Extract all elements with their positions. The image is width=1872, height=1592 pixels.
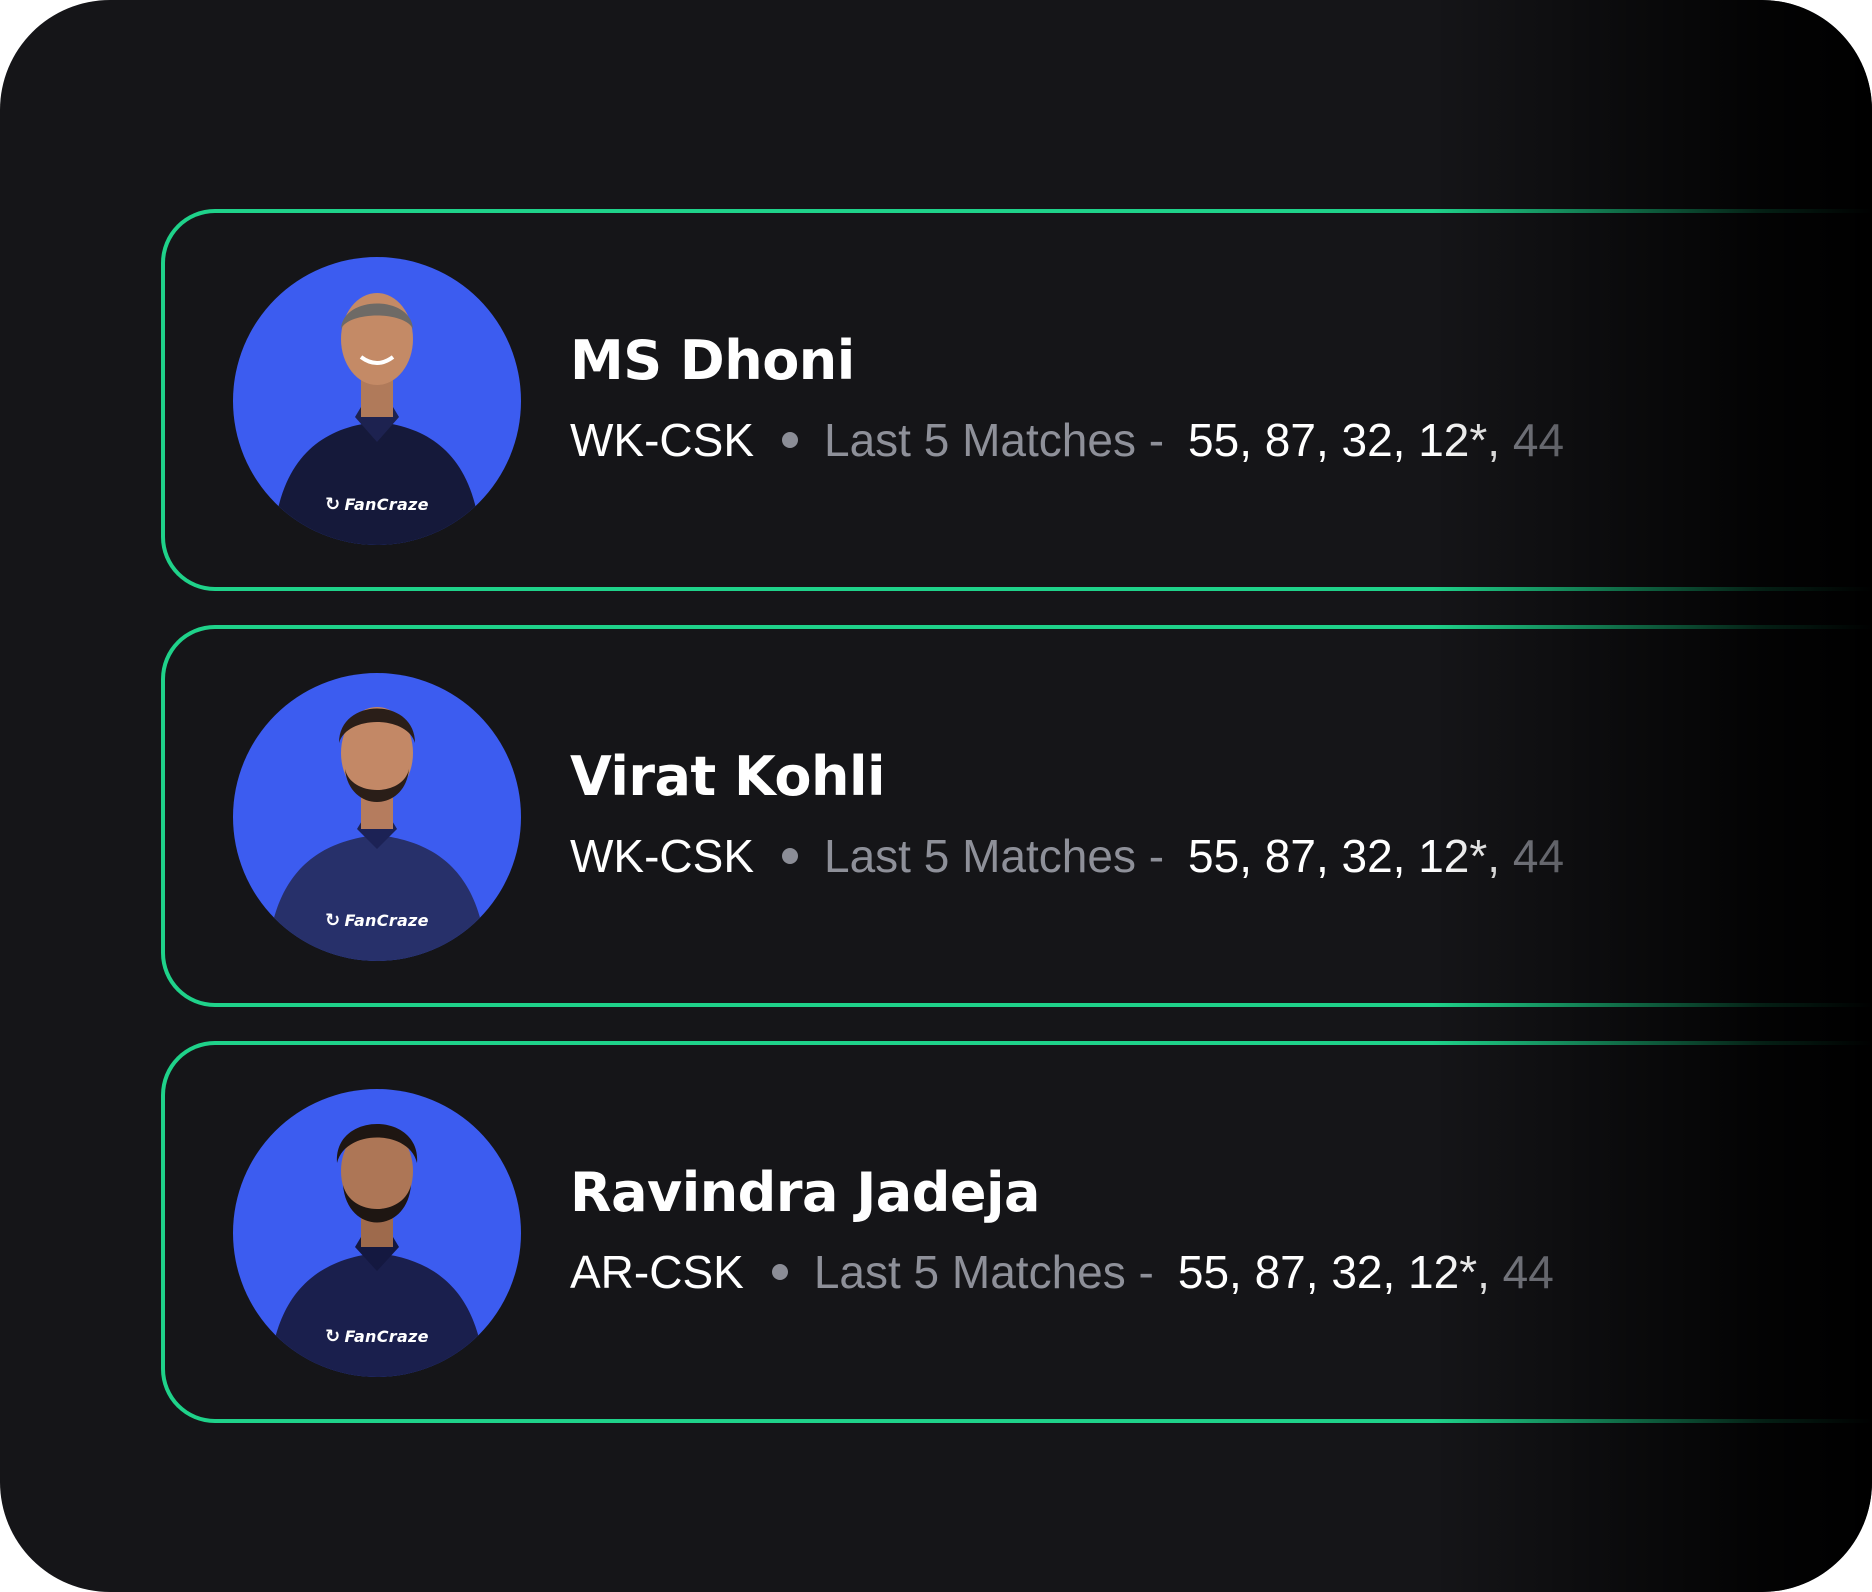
player-name: Ravindra Jadeja (570, 1161, 1040, 1224)
player-list-panel: ↻ FanCraze MS Dhoni WK-CSK Last 5 Matches … (0, 0, 1872, 1592)
player-info: Virat Kohli WK-CSK Last 5 Matches - 55, 87… (570, 745, 1564, 883)
last-score: 44 (1512, 414, 1565, 466)
player-stats-line: WK-CSK Last 5 Matches - 55, 87, 32, 12*, 4… (570, 413, 1564, 467)
recent-scores: 55, 87, 32, 12*, (1177, 1246, 1490, 1298)
fancraze-logo: ↻ FanCraze (325, 1326, 429, 1347)
fancraze-logo: ↻ FanCraze (325, 910, 429, 931)
player-role: WK-CSK (570, 830, 754, 882)
player-name: Virat Kohli (570, 745, 886, 808)
separator-dot (771, 1263, 788, 1280)
separator-dot (782, 431, 798, 448)
player-card-jadeja[interactable]: ↻ FanCraze Ravindra Jadeja AR-CSK Last 5 M… (161, 1041, 1872, 1423)
player-avatar: ↻ FanCraze (233, 1089, 521, 1377)
player-role: WK-CSK (570, 414, 754, 466)
player-card-list: ↻ FanCraze MS Dhoni WK-CSK Last 5 Matches … (161, 209, 1872, 1457)
player-role: AR-CSK (570, 1246, 744, 1298)
recent-scores: 55, 87, 32, 12*, (1188, 830, 1501, 882)
player-card-dhoni[interactable]: ↻ FanCraze MS Dhoni WK-CSK Last 5 Matches … (161, 209, 1872, 591)
player-info: Ravindra Jadeja AR-CSK Last 5 Matches - 55… (570, 1161, 1554, 1299)
fancraze-logo: ↻ FanCraze (325, 494, 429, 515)
player-card-kohli[interactable]: ↻ FanCraze Virat Kohli WK-CSK Last 5 Match… (161, 625, 1872, 1007)
player-stats-line: WK-CSK Last 5 Matches - 55, 87, 32, 12*, 4… (570, 829, 1564, 883)
player-name: MS Dhoni (570, 329, 855, 392)
matches-label: Last 5 Matches - (824, 830, 1165, 882)
matches-label: Last 5 Matches - (813, 1246, 1154, 1298)
player-avatar: ↻ FanCraze (233, 257, 521, 545)
player-stats-line: AR-CSK Last 5 Matches - 55, 87, 32, 12*, 4… (570, 1245, 1554, 1299)
last-score: 44 (1502, 1246, 1554, 1298)
player-info: MS Dhoni WK-CSK Last 5 Matches - 55, 87, 3… (570, 329, 1564, 467)
player-avatar: ↻ FanCraze (233, 673, 521, 961)
matches-label: Last 5 Matches - (824, 414, 1165, 466)
last-score: 44 (1512, 830, 1565, 882)
recent-scores: 55, 87, 32, 12*, (1188, 414, 1501, 466)
separator-dot (782, 847, 798, 864)
